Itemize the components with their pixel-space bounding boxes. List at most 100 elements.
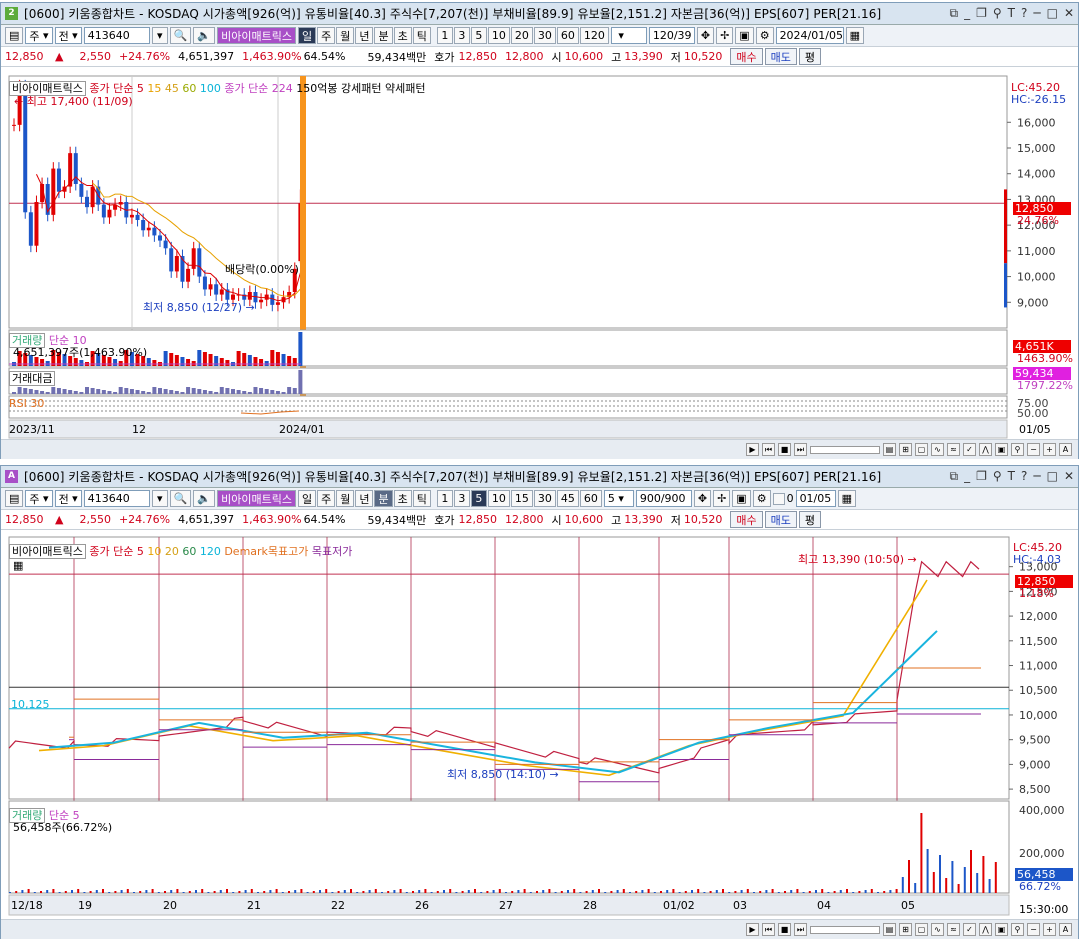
period-button-4[interactable]: 분 (374, 27, 393, 44)
interval-select[interactable]: ▾ (610, 27, 647, 44)
interval-button-2[interactable]: 5 (470, 27, 487, 44)
restore-icon[interactable]: ❐ (976, 469, 987, 484)
scroll-right-icon[interactable]: ▶ (746, 923, 759, 936)
buy-button[interactable]: 매수 (730, 48, 763, 65)
minimize-icon[interactable]: _ (964, 6, 970, 21)
daily-chart-area[interactable]: 9,000 10,000 11,000 12,000 13,000 14,000 15,00… (1, 68, 1078, 439)
date-input[interactable]: 2024/01/05 (775, 27, 844, 44)
scope-select[interactable]: 전 ▾ (54, 490, 82, 507)
crosshair-icon[interactable]: ✢ (716, 27, 734, 44)
period-button-1[interactable]: 주 (317, 490, 336, 507)
trend-icon[interactable]: ∿ (931, 923, 944, 936)
scroll-right-icon[interactable]: ▶ (746, 443, 759, 456)
table-icon[interactable]: ▦ (13, 559, 23, 572)
checkbox[interactable] (772, 492, 785, 505)
interval-button-6[interactable]: 45 (556, 490, 579, 507)
drawing-tool-icon[interactable]: ✥ (696, 27, 715, 44)
speaker-icon[interactable]: 🔈 (193, 27, 216, 44)
code-dropdown-icon[interactable]: ▾ (151, 490, 168, 507)
interval-button-5[interactable]: 30 (533, 27, 556, 44)
interval-button-3[interactable]: 10 (487, 490, 510, 507)
code-dropdown-icon[interactable]: ▾ (151, 27, 168, 44)
period-button-2[interactable]: 월 (336, 27, 355, 44)
interval-button-4[interactable]: 15 (510, 490, 533, 507)
period-button-3[interactable]: 년 (355, 490, 374, 507)
scroll-last-icon[interactable]: ⏭ (794, 443, 807, 456)
type-select[interactable]: 주 ▾ (25, 27, 53, 44)
sell-button[interactable]: 매도 (764, 511, 797, 528)
period-button-4[interactable]: 분 (374, 490, 393, 507)
scroll-first-icon[interactable]: ⏮ (762, 443, 775, 456)
interval-button-1[interactable]: 3 (453, 27, 470, 44)
search-icon[interactable]: 🔍 (169, 27, 192, 44)
scope-select[interactable]: 전 ▾ (54, 27, 82, 44)
period-button-2[interactable]: 월 (336, 490, 355, 507)
stock-name-button[interactable]: 비아이매트릭스 (217, 27, 296, 44)
zoom-in-icon[interactable]: + (1043, 443, 1056, 456)
save-icon[interactable]: ▣ (735, 27, 754, 44)
stock-code-input[interactable]: 413640 (83, 27, 150, 44)
scroll-first-icon[interactable]: ⏮ (762, 923, 775, 936)
calendar-icon[interactable]: ▦ (845, 27, 864, 44)
window-icon[interactable]: ▢ (915, 443, 928, 456)
average-button[interactable]: 평 (798, 511, 821, 528)
help-icon[interactable]: ? (1021, 469, 1027, 484)
wave-icon[interactable]: ≈ (947, 923, 960, 936)
stock-name-button[interactable]: 비아이매트릭스 (217, 490, 296, 507)
zoom-icon[interactable]: ⚲ (1011, 923, 1024, 936)
zoom-out-icon[interactable]: − (1027, 923, 1040, 936)
scroll-last-icon[interactable]: ⏭ (794, 923, 807, 936)
period-button-6[interactable]: 틱 (412, 27, 431, 44)
interval-button-7[interactable]: 60 (579, 490, 602, 507)
interval-button-2[interactable]: 5 (470, 490, 487, 507)
zoom-out-icon[interactable]: − (1027, 443, 1040, 456)
help-icon[interactable]: ? (1021, 6, 1027, 21)
type-select[interactable]: 주 ▾ (25, 490, 53, 507)
interval-button-5[interactable]: 30 (533, 490, 556, 507)
pin-icon[interactable]: ⚲ (993, 469, 1002, 484)
auto-scale-icon[interactable]: A (1059, 443, 1072, 456)
check-icon[interactable]: ✓ (963, 443, 976, 456)
window-minimize-icon[interactable]: ─ (1033, 6, 1040, 21)
pin-icon[interactable]: ⚲ (993, 6, 1002, 21)
font-icon[interactable]: T (1008, 6, 1015, 21)
split-icon[interactable]: ⊞ (899, 923, 912, 936)
bottom-scrollbar[interactable]: ▶ ⏮ ■ ⏭ ▤ ⊞ ▢ ∿ ≈ ✓ ⋀ ▣ ⚲ − + A (1, 919, 1078, 939)
drawing-tool-icon[interactable]: ✥ (693, 490, 712, 507)
count-input[interactable]: 900/900 (635, 490, 692, 507)
stop-icon[interactable]: ■ (778, 923, 791, 936)
interval-button-0[interactable]: 1 (436, 490, 453, 507)
zoom-in-icon[interactable]: + (1043, 923, 1056, 936)
crosshair-icon[interactable]: ✢ (713, 490, 731, 507)
search-icon[interactable]: 🔍 (169, 490, 192, 507)
minute-chart-svg[interactable]: 8,500 9,000 9,500 10,000 10,500 11,000 11,500 1… (1, 531, 1078, 919)
gear-icon[interactable]: ⚙ (752, 490, 771, 507)
date-input[interactable]: 01/05 (795, 490, 836, 507)
link-icon[interactable]: ⧉ (950, 6, 959, 21)
zoom-icon[interactable]: ⚲ (1011, 443, 1024, 456)
split-icon[interactable]: ⊞ (899, 443, 912, 456)
interval-button-3[interactable]: 10 (487, 27, 510, 44)
layout-icon[interactable]: ▤ (883, 923, 896, 936)
interval-select[interactable]: 5 ▾ (603, 490, 634, 507)
auto-scale-icon[interactable]: A (1059, 923, 1072, 936)
daily-chart-svg[interactable]: 9,00010,00011,00012,00013,00014,00015,00… (1, 68, 1078, 439)
interval-button-4[interactable]: 20 (510, 27, 533, 44)
wave-icon[interactable]: ≈ (947, 443, 960, 456)
period-button-0[interactable]: 일 (297, 490, 317, 507)
save-icon[interactable]: ▣ (732, 490, 751, 507)
window-icon[interactable]: ▢ (915, 923, 928, 936)
speaker-icon[interactable]: 🔈 (193, 490, 216, 507)
check-icon[interactable]: ✓ (963, 923, 976, 936)
minute-chart-area[interactable]: 8,500 9,000 9,500 10,000 10,500 11,000 11,500 1… (1, 531, 1078, 919)
trend-icon[interactable]: ∿ (931, 443, 944, 456)
chart-menu-icon[interactable]: ▤ (5, 490, 24, 507)
buy-button[interactable]: 매수 (730, 511, 763, 528)
scroll-track[interactable] (810, 925, 880, 934)
period-button-0[interactable]: 일 (297, 27, 317, 44)
layout-icon[interactable]: ▤ (883, 443, 896, 456)
period-button-6[interactable]: 틱 (412, 490, 431, 507)
interval-button-1[interactable]: 3 (453, 490, 470, 507)
period-button-5[interactable]: 초 (393, 490, 412, 507)
interval-button-6[interactable]: 60 (556, 27, 579, 44)
